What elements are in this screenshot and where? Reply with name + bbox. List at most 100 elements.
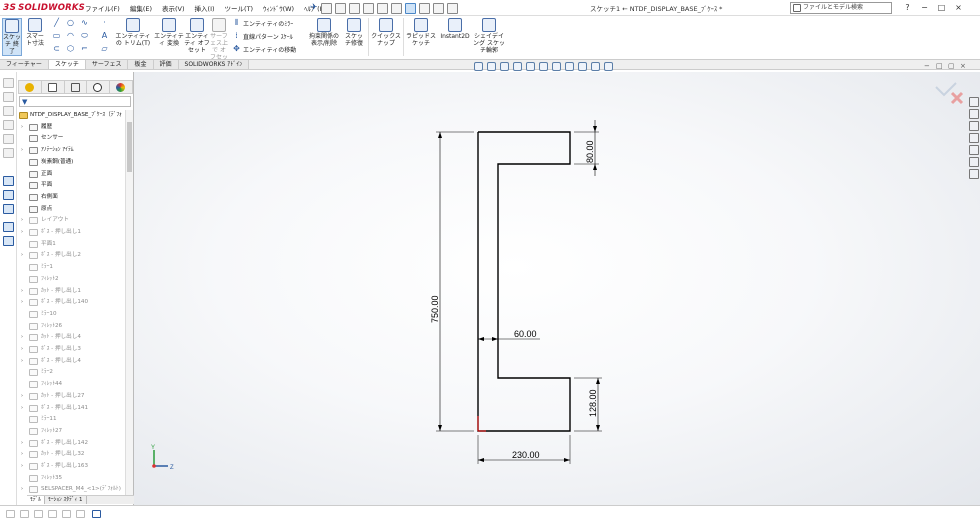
graphics-area[interactable]: − □ ▢ × 750.00 80.00 60.00 128.00 230.00… xyxy=(134,62,980,505)
tab-solidworks-addins[interactable]: SOLIDWORKS ｱﾄﾞｲﾝ xyxy=(178,60,250,69)
previous-view-icon[interactable] xyxy=(500,62,509,71)
tree-item[interactable]: 平面 xyxy=(17,180,125,191)
tree-item[interactable]: › ﾎﾞｽ - 押し出し141 xyxy=(17,403,125,414)
display-style-icon[interactable] xyxy=(552,62,561,71)
strip-tool-icon[interactable] xyxy=(3,92,14,102)
offset-entities-button[interactable]: エンティティ オフセット xyxy=(184,18,210,56)
strip-tool-icon[interactable] xyxy=(3,190,14,200)
menu-insert[interactable]: 挿入(I) xyxy=(190,3,220,13)
menu-file[interactable]: ファイル(F) xyxy=(80,3,125,13)
slot-icon[interactable]: ⊂ xyxy=(51,44,62,53)
property-manager-tab[interactable] xyxy=(42,81,65,93)
status-tool-icon[interactable] xyxy=(6,510,15,518)
arc-icon[interactable]: ◠ xyxy=(65,31,76,40)
offset-on-surface-button[interactable]: サーフェス上で オフセット xyxy=(210,18,228,68)
home-icon[interactable] xyxy=(320,2,332,14)
strip-tool-icon[interactable] xyxy=(3,222,14,232)
move-entities-label[interactable]: エンティティの移動 xyxy=(243,45,296,54)
new-document-icon[interactable] xyxy=(334,2,346,14)
mirror-entities-label[interactable]: エンティティのﾐﾗｰ xyxy=(243,19,293,28)
save-icon[interactable] xyxy=(362,2,374,14)
plane-icon[interactable]: ▱ xyxy=(99,44,110,53)
tree-item[interactable]: 炭素鋼(普通) xyxy=(17,157,125,168)
expand-arrow-icon[interactable]: › xyxy=(21,449,23,460)
pin-icon[interactable]: ✈ xyxy=(310,3,318,13)
menu-view[interactable]: 表示(V) xyxy=(157,3,190,13)
expand-arrow-icon[interactable]: › xyxy=(21,438,23,449)
tree-item[interactable]: › 履歴 xyxy=(17,122,125,133)
polygon-icon[interactable]: ⬡ xyxy=(65,44,76,53)
dimension-bottom-flange[interactable]: 128.00 xyxy=(574,377,602,432)
dimension-total-height[interactable]: 750.00 xyxy=(430,131,474,432)
tree-item[interactable]: › ﾎﾞｽ - 押し出し142 xyxy=(17,438,125,449)
rectangle-icon[interactable]: ▭ xyxy=(51,31,62,40)
print-icon[interactable] xyxy=(376,2,388,14)
solidworks-logo[interactable]: 3S SOLIDWORKS xyxy=(3,1,85,15)
fillet-sketch-icon[interactable]: ⌐ xyxy=(79,44,90,53)
dimension-overall-width[interactable]: 230.00 xyxy=(477,435,571,464)
display-manager-tab[interactable] xyxy=(110,81,132,93)
edit-appearance-icon[interactable] xyxy=(578,62,587,71)
minimize-button[interactable]: − xyxy=(917,1,932,14)
exit-sketch-button[interactable]: スケッチ 終了 xyxy=(2,18,22,56)
tab-evaluate[interactable]: 評価 xyxy=(153,60,179,69)
tree-filter-input[interactable]: ▼ xyxy=(19,96,131,107)
spline-icon[interactable]: ∿ xyxy=(79,18,90,27)
tree-item[interactable]: › ｱﾉﾃｰｼｮﾝ ｱｲﾃﾑ xyxy=(17,145,125,156)
viewport-restore-icon[interactable]: □ xyxy=(936,62,944,70)
tree-item[interactable]: › SELSPACER_M4_<1>(ﾃﾞﾌｫﾙﾄ) xyxy=(17,484,125,495)
options-gear-icon[interactable] xyxy=(446,2,458,14)
circle-icon[interactable]: ○ xyxy=(65,18,76,27)
menu-window[interactable]: ｳｨﾝﾄﾞｳ(W) xyxy=(258,3,299,13)
convert-entities-button[interactable]: エンティティ 変換 xyxy=(154,18,184,56)
status-active-icon[interactable] xyxy=(92,510,101,518)
tree-item[interactable]: › ﾎﾞｽ - 押し出し163 xyxy=(17,461,125,472)
status-tool-icon[interactable] xyxy=(34,510,43,518)
tree-item[interactable]: ﾌｨﾚｯﾄ27 xyxy=(17,426,125,437)
select-pointer-icon[interactable] xyxy=(404,2,416,14)
open-folder-icon[interactable] xyxy=(348,2,360,14)
expand-arrow-icon[interactable]: › xyxy=(21,332,23,343)
dimxpert-tab[interactable] xyxy=(87,81,111,93)
quick-snaps-button[interactable]: クイックスナップ xyxy=(371,18,401,56)
expand-arrow-icon[interactable]: › xyxy=(21,227,23,238)
ellipse-icon[interactable]: ⬭ xyxy=(79,31,90,40)
tree-item[interactable]: 原点 xyxy=(17,204,125,215)
tab-surfaces[interactable]: サーフェス xyxy=(85,60,129,69)
scrollbar-thumb[interactable] xyxy=(127,122,132,172)
tree-item[interactable]: ﾌｨﾚｯﾄ44 xyxy=(17,379,125,390)
configuration-manager-tab[interactable] xyxy=(65,81,88,93)
maximize-button[interactable]: □ xyxy=(934,1,949,14)
tree-item[interactable]: › ﾎﾞｽ - 押し出し140 xyxy=(17,297,125,308)
tree-item[interactable]: › ｶｯﾄ - 押し出し1 xyxy=(17,286,125,297)
help-button[interactable]: ? xyxy=(900,1,915,14)
text-icon[interactable]: A xyxy=(99,31,110,40)
tree-scrollbar[interactable] xyxy=(125,110,133,500)
tree-item[interactable]: 平面1 xyxy=(17,239,125,250)
status-tool-icon[interactable] xyxy=(76,510,85,518)
status-tool-icon[interactable] xyxy=(48,510,57,518)
tree-item[interactable]: › ﾎﾞｽ - 押し出し4 xyxy=(17,356,125,367)
strip-tool-icon[interactable] xyxy=(3,120,14,130)
tree-root-part[interactable]: NTDF_DISPLAY_BASE_ﾌﾞｹｰｽ（ﾃﾞﾌｫ xyxy=(17,110,125,121)
search-input[interactable]: ファイルとモデル検索 xyxy=(790,2,892,14)
repair-sketch-button[interactable]: スケッチ修復 xyxy=(343,18,365,56)
viewport-close-icon[interactable]: × xyxy=(960,62,968,70)
expand-arrow-icon[interactable]: › xyxy=(21,403,23,414)
menu-tools[interactable]: ツール(T) xyxy=(220,3,259,13)
strip-tool-icon[interactable] xyxy=(3,176,14,186)
expand-arrow-icon[interactable]: › xyxy=(21,484,23,495)
tree-item[interactable]: › ｶｯﾄ - 押し出し4 xyxy=(17,332,125,343)
tree-item[interactable]: センサー xyxy=(17,133,125,144)
rapid-sketch-button[interactable]: ラピッドスケッチ xyxy=(405,18,437,56)
strip-tool-icon[interactable] xyxy=(3,236,14,246)
expand-arrow-icon[interactable]: › xyxy=(21,145,23,156)
expand-arrow-icon[interactable]: › xyxy=(21,461,23,472)
expand-arrow-icon[interactable]: › xyxy=(21,215,23,226)
tree-item[interactable]: ﾐﾗｰ11 xyxy=(17,414,125,425)
expand-arrow-icon[interactable]: › xyxy=(21,122,23,133)
dimension-top-flange[interactable]: 80.00 xyxy=(574,120,599,176)
tree-item[interactable]: ﾐﾗｰ10 xyxy=(17,309,125,320)
tree-item[interactable]: 右側面 xyxy=(17,192,125,203)
expand-arrow-icon[interactable]: › xyxy=(21,250,23,261)
